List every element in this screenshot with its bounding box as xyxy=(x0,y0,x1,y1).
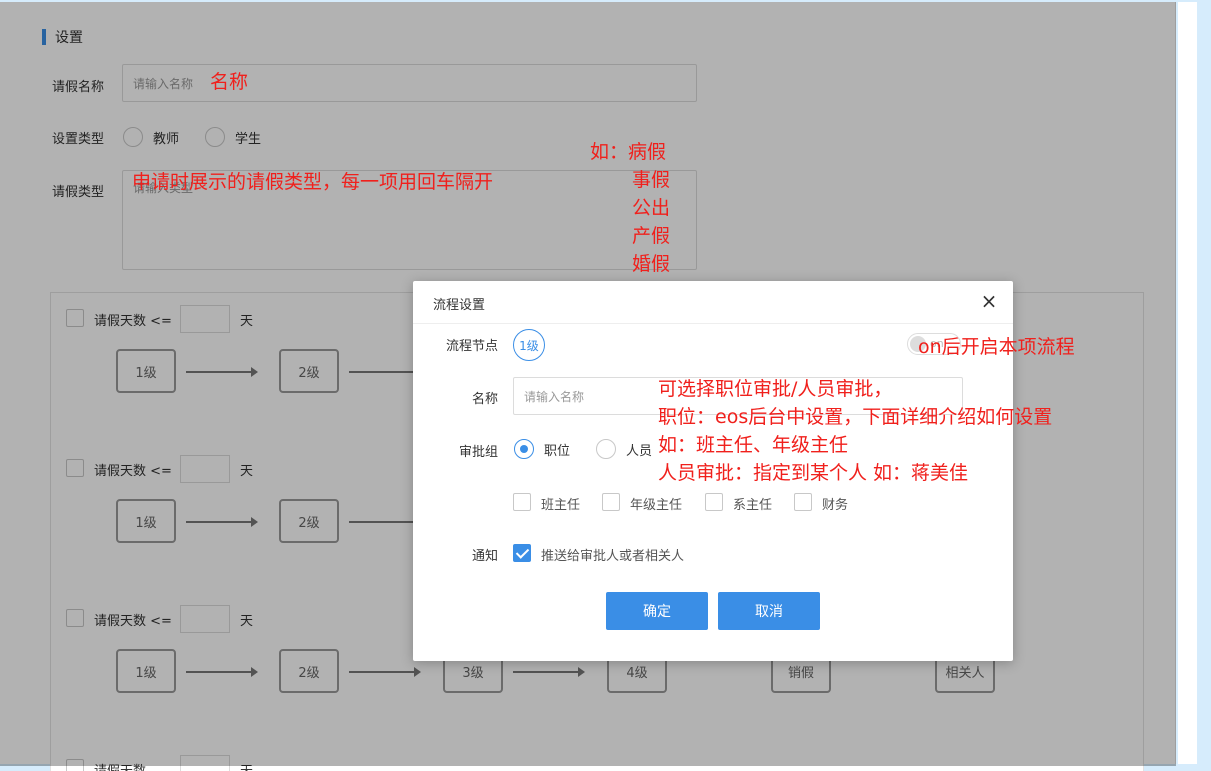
radio-circle[interactable] xyxy=(596,439,616,459)
modal-title: 流程设置 xyxy=(433,298,486,313)
annotation-name: 名称 xyxy=(210,71,249,93)
annotation-approval-3: 如：班主任、年级主任 xyxy=(658,434,849,456)
group-radio-position[interactable]: 职位 xyxy=(514,439,570,459)
confirm-button[interactable]: 确定 xyxy=(606,592,708,630)
modal-header: 流程设置 × xyxy=(413,281,1013,324)
annotation-approval-2: 职位：eos后台中设置，下面详细介绍如何设置 xyxy=(658,406,1053,428)
annotation-example-1: 如：病假 xyxy=(590,141,667,163)
position-grade-head-label: 年级主任 xyxy=(630,498,683,513)
group-label: 审批组 xyxy=(458,445,498,460)
notify-label: 通知 xyxy=(471,549,498,564)
scrollbar-track[interactable] xyxy=(1178,2,1197,764)
modal-name-placeholder: 请输入名称 xyxy=(524,389,585,404)
modal-name-label: 名称 xyxy=(471,392,498,407)
annotation-example-4: 产假 xyxy=(632,225,671,247)
position-checkbox-dept-head[interactable] xyxy=(705,493,723,511)
node-label: 流程节点 xyxy=(445,339,498,354)
annotation-approval-1: 可选择职位审批/人员审批， xyxy=(658,378,893,400)
position-class-teacher-label: 班主任 xyxy=(541,498,581,513)
position-checkbox-finance[interactable] xyxy=(794,493,812,511)
radio-circle-checked[interactable] xyxy=(514,439,534,459)
group-radio-person[interactable]: 人员 xyxy=(596,439,652,459)
position-checkbox-class-teacher[interactable] xyxy=(513,493,531,511)
notify-checkbox[interactable] xyxy=(513,544,531,562)
position-finance-label: 财务 xyxy=(822,498,849,513)
window-edge xyxy=(1197,0,1211,771)
annotation-toggle-hint: on后开启本项流程 xyxy=(918,336,1075,358)
annotation-example-3: 公出 xyxy=(632,197,671,219)
group-position-label: 职位 xyxy=(544,443,571,459)
cancel-button[interactable]: 取消 xyxy=(718,592,820,630)
close-icon[interactable]: × xyxy=(979,289,999,313)
notify-text: 推送给审批人或者相关人 xyxy=(541,549,685,564)
position-dept-head-label: 系主任 xyxy=(733,498,773,513)
group-person-label: 人员 xyxy=(626,443,653,459)
annotation-approval-4: 人员审批：指定到某个人 如：蒋美佳 xyxy=(658,462,969,484)
node-level-1[interactable]: 1级 xyxy=(513,329,545,361)
annotation-example-5: 婚假 xyxy=(632,253,671,275)
annotation-type-hint: 申请时展示的请假类型，每一项用回车隔开 xyxy=(132,171,494,193)
annotation-example-2: 事假 xyxy=(632,169,671,191)
position-checkbox-grade-head[interactable] xyxy=(602,493,620,511)
